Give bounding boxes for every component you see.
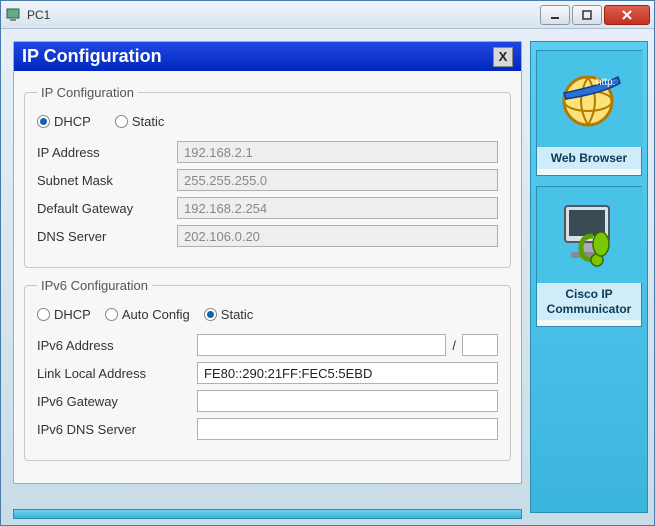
ipv6-legend: IPv6 Configuration (37, 278, 152, 293)
radio-icon (115, 115, 128, 128)
radio-icon (204, 308, 217, 321)
ipv4-static-option[interactable]: Static (115, 114, 165, 129)
radio-icon (105, 308, 118, 321)
ipv4-dhcp-option[interactable]: DHCP (37, 114, 91, 129)
ipv6-static-label: Static (221, 307, 254, 322)
app-sidebar: http: Web Browser (530, 41, 648, 513)
subnet-mask-label: Subnet Mask (37, 173, 177, 188)
subnet-mask-field[interactable] (177, 169, 498, 191)
ipv6-address-label: IPv6 Address (37, 338, 197, 353)
titlebar: PC1 (1, 1, 654, 29)
ipv6-prefix-field[interactable] (462, 334, 498, 356)
maximize-icon (582, 10, 592, 20)
cisco-ip-communicator-app[interactable]: Cisco IP Communicator (536, 186, 642, 327)
cisco-ip-communicator-label: Cisco IP Communicator (537, 283, 641, 320)
ipv4-mode-row: DHCP Static (37, 114, 498, 129)
close-button[interactable] (604, 5, 650, 25)
ipv6-auto-option[interactable]: Auto Config (105, 307, 190, 322)
prefix-slash: / (452, 338, 456, 353)
dialog-titlebar: IP Configuration X (14, 42, 521, 71)
ipv6-gateway-field[interactable] (197, 390, 498, 412)
bottom-scrollbar[interactable] (13, 509, 522, 519)
maximize-button[interactable] (572, 5, 602, 25)
dns-server-field[interactable] (177, 225, 498, 247)
app-window: PC1 IP Configuration X IP Confi (0, 0, 655, 526)
web-browser-icon: http: (537, 51, 643, 147)
ipv6-mode-row: DHCP Auto Config Static (37, 307, 498, 322)
ipv4-dhcp-label: DHCP (54, 114, 91, 129)
ipv4-static-label: Static (132, 114, 165, 129)
minimize-button[interactable] (540, 5, 570, 25)
ipv6-auto-label: Auto Config (122, 307, 190, 322)
main-panel: IP Configuration X IP Configuration DHCP (13, 41, 522, 513)
dialog-title: IP Configuration (22, 46, 493, 67)
dns-server-label: DNS Server (37, 229, 177, 244)
ip-address-field[interactable] (177, 141, 498, 163)
ipv6-dns-field[interactable] (197, 418, 498, 440)
window-controls (540, 5, 650, 25)
cisco-ip-communicator-icon (537, 187, 643, 283)
window-title: PC1 (27, 8, 540, 22)
content-area: IP Configuration X IP Configuration DHCP (1, 29, 654, 525)
link-local-label: Link Local Address (37, 366, 197, 381)
ipv6-fieldset: IPv6 Configuration DHCP Auto Config (24, 278, 511, 461)
close-icon (621, 9, 633, 21)
web-browser-label: Web Browser (537, 147, 641, 169)
radio-icon (37, 115, 50, 128)
pc-icon (5, 7, 21, 23)
ip-address-label: IP Address (37, 145, 177, 160)
default-gateway-field[interactable] (177, 197, 498, 219)
ipv6-dns-label: IPv6 DNS Server (37, 422, 197, 437)
default-gateway-label: Default Gateway (37, 201, 177, 216)
link-local-field[interactable] (197, 362, 498, 384)
ip-config-dialog: IP Configuration X IP Configuration DHCP (13, 41, 522, 484)
ipv6-gateway-label: IPv6 Gateway (37, 394, 197, 409)
ipv6-static-option[interactable]: Static (204, 307, 254, 322)
ipv4-legend: IP Configuration (37, 85, 138, 100)
dialog-body: IP Configuration DHCP Static (14, 71, 521, 483)
ipv6-address-field[interactable] (197, 334, 446, 356)
radio-icon (37, 308, 50, 321)
minimize-icon (550, 10, 560, 20)
svg-text:http:: http: (596, 77, 615, 88)
ipv6-dhcp-option[interactable]: DHCP (37, 307, 91, 322)
web-browser-app[interactable]: http: Web Browser (536, 50, 642, 176)
ipv6-dhcp-label: DHCP (54, 307, 91, 322)
ipv4-fieldset: IP Configuration DHCP Static (24, 85, 511, 268)
dialog-close-button[interactable]: X (493, 47, 513, 67)
